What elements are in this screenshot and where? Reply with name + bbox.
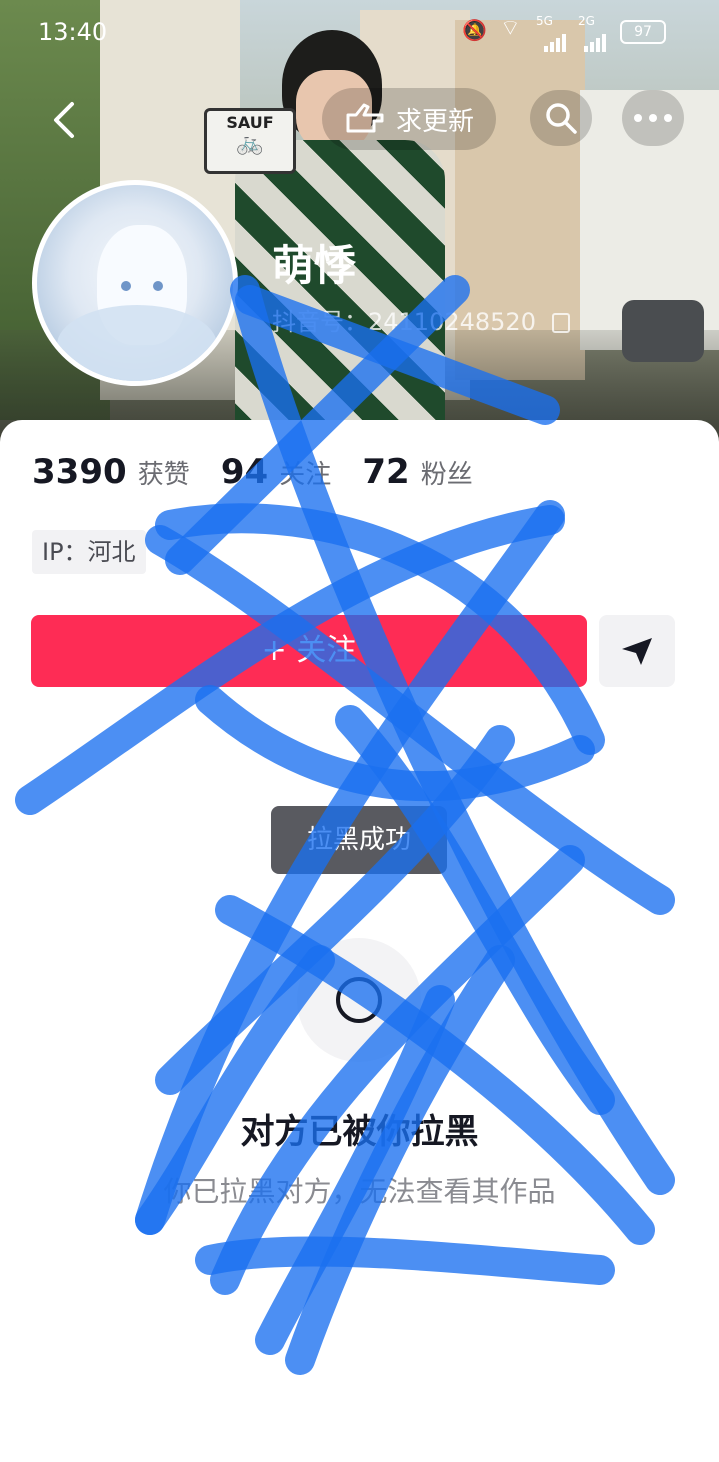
- stat-likes[interactable]: 3390 获赞: [32, 452, 195, 492]
- signal-icon-2: [584, 24, 608, 52]
- douyin-id-label: 抖音号：: [272, 308, 368, 336]
- followers-value: 72: [362, 452, 410, 492]
- battery-icon: 97: [620, 20, 666, 44]
- following-value: 94: [220, 452, 269, 492]
- search-button[interactable]: [530, 90, 592, 146]
- send-arrow-icon: [622, 638, 652, 665]
- douyin-id-row[interactable]: 抖音号：24110248520: [272, 302, 570, 337]
- copy-icon[interactable]: [551, 313, 570, 333]
- street-sign: SAUF 🚲: [204, 108, 296, 174]
- douyin-id-value: 24110248520: [368, 308, 536, 336]
- status-bar: 13:40 🔕 ⌔ 5G 2G 97: [0, 0, 719, 60]
- status-time: 13:40: [38, 18, 108, 46]
- request-update-label: 求更新: [395, 106, 474, 137]
- pointing-hand-icon: [346, 103, 384, 133]
- blocked-icon: [336, 977, 382, 1023]
- blocked-subtitle: 你已拉黑对方，无法查看其作品: [163, 1175, 556, 1208]
- battery-level: 97: [634, 24, 652, 40]
- mute-icon: 🔕: [462, 18, 487, 42]
- avatar[interactable]: [32, 180, 238, 386]
- message-button[interactable]: [599, 615, 675, 687]
- search-icon: [546, 103, 577, 134]
- blocked-title: 对方已被你拉黑: [240, 1112, 479, 1152]
- followers-label: 粉丝: [420, 460, 473, 490]
- profile-name: 萌悸: [272, 241, 357, 290]
- more-dots-icon: [634, 114, 672, 122]
- likes-label: 获赞: [137, 460, 190, 490]
- toast-message: 拉黑成功: [271, 806, 447, 874]
- back-button[interactable]: [38, 94, 90, 146]
- signal-icon: [544, 24, 568, 52]
- follow-button[interactable]: + 关注: [31, 615, 587, 687]
- stat-following[interactable]: 94 关注: [221, 452, 337, 492]
- likes-value: 3390: [32, 452, 127, 492]
- stat-followers[interactable]: 72 粉丝: [362, 452, 472, 492]
- wifi-icon: ⌔: [500, 16, 521, 41]
- blocked-icon-circle: [297, 938, 421, 1062]
- more-button[interactable]: [622, 90, 684, 146]
- following-label: 关注: [279, 460, 332, 490]
- ip-location-tag: IP：河北: [32, 530, 146, 574]
- chevron-left-icon: [54, 102, 74, 138]
- stats-row: 3390 获赞 94 关注 72 粉丝: [32, 452, 473, 492]
- request-update-button[interactable]: 求更新: [322, 88, 496, 150]
